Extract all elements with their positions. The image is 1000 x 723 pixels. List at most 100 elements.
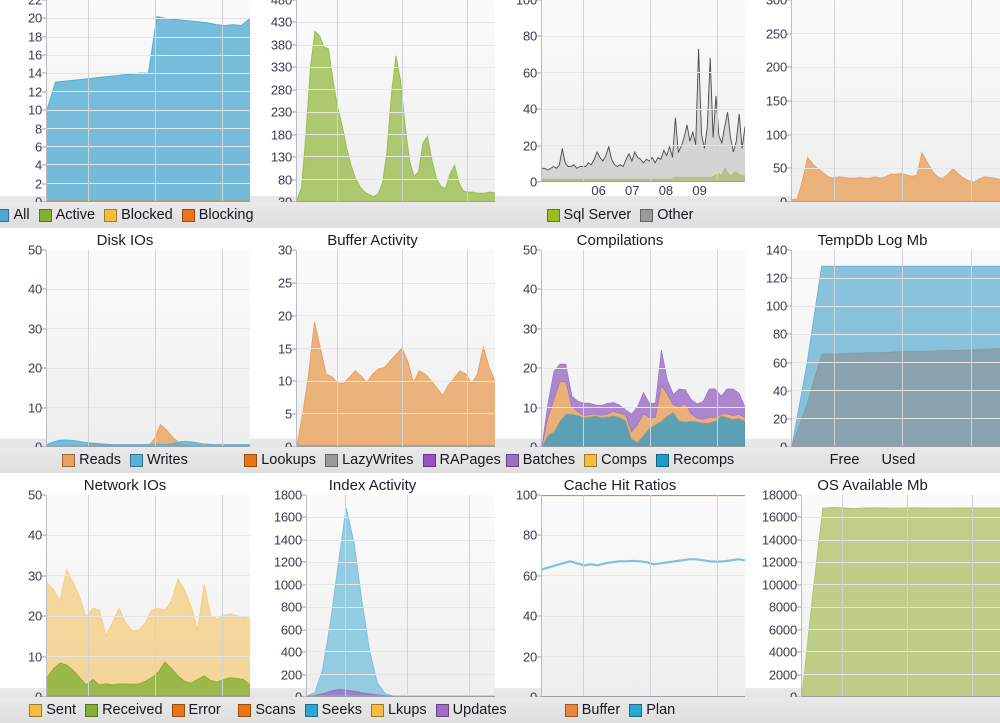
y-axis-tick: 4000 bbox=[768, 644, 797, 660]
gridline-horizontal bbox=[802, 628, 1000, 630]
chart-canvas[interactable] bbox=[541, 0, 745, 182]
y-axis-tick: 4 bbox=[34, 157, 42, 173]
chart-canvas[interactable] bbox=[296, 0, 495, 202]
chart-panel-buffer-activity[interactable]: Buffer Activity302520151050LookupsLazyWr… bbox=[244, 228, 501, 473]
gridline-horizontal bbox=[542, 575, 745, 577]
y-axis-tick: 800 bbox=[280, 599, 302, 615]
legend-swatch-icon bbox=[171, 703, 185, 717]
legend-item[interactable]: Other bbox=[640, 207, 693, 223]
chart-canvas[interactable] bbox=[541, 250, 745, 447]
y-axis-tick: 16 bbox=[27, 47, 42, 63]
gridline-horizontal bbox=[542, 406, 745, 408]
legend-item[interactable]: Blocking bbox=[181, 207, 254, 223]
legend-item[interactable]: Sent bbox=[29, 702, 76, 718]
chart-canvas[interactable] bbox=[541, 495, 745, 697]
chart-canvas[interactable] bbox=[46, 495, 250, 697]
y-axis-tick: 80 bbox=[772, 326, 787, 342]
legend-item[interactable]: Plan bbox=[629, 702, 675, 718]
chart-panel-cache-hit-ratios[interactable]: Cache Hit Ratios100806040200BufferPlan bbox=[495, 473, 745, 723]
y-axis-tick: 25 bbox=[277, 275, 292, 291]
gridline-vertical bbox=[970, 250, 972, 446]
y-axis-tick: 0 bbox=[529, 174, 537, 190]
legend-item[interactable]: Used bbox=[881, 452, 915, 468]
y-axis-tick: 10 bbox=[27, 102, 42, 118]
legend-item[interactable]: Buffer bbox=[564, 702, 621, 718]
chart-panel-batches-per-sec[interactable]: 4804303803302802301801308030 bbox=[250, 0, 495, 228]
gridline-horizontal bbox=[47, 18, 250, 20]
gridline-vertical bbox=[716, 0, 718, 181]
chart-legend: All Active Blocked Blocking bbox=[0, 202, 254, 228]
y-axis-tick: 20 bbox=[772, 411, 787, 427]
gridline-horizontal bbox=[47, 406, 250, 408]
chart-panel-memory-mb[interactable]: 300250200150100500 bbox=[745, 0, 1000, 228]
gridline-vertical bbox=[649, 250, 651, 446]
chart-canvas[interactable] bbox=[46, 0, 250, 202]
y-axis-tick: 20 bbox=[277, 308, 292, 324]
gridline-horizontal bbox=[542, 289, 745, 291]
chart-legend: Scans Seeks Lkups Updates bbox=[238, 697, 507, 723]
legend-swatch-icon bbox=[104, 208, 118, 222]
legend-label: Reads bbox=[79, 452, 122, 468]
y-axis-tick: 230 bbox=[270, 104, 292, 120]
chart-canvas[interactable] bbox=[306, 495, 495, 697]
legend-item[interactable]: Free bbox=[830, 452, 860, 468]
chart-plot-svg bbox=[792, 250, 1000, 446]
legend-item[interactable]: All bbox=[0, 207, 30, 223]
legend-item[interactable]: Comps bbox=[584, 452, 647, 468]
x-axis-tick: 09 bbox=[692, 183, 707, 198]
legend-item[interactable]: Lookups bbox=[244, 452, 316, 468]
gridline-horizontal bbox=[792, 278, 1000, 279]
legend-item[interactable]: Batches bbox=[505, 452, 575, 468]
chart-legend: Free Used bbox=[745, 447, 1000, 473]
y-axis-tick: 100 bbox=[515, 0, 537, 8]
gridline-horizontal bbox=[542, 36, 745, 38]
chart-panel-os-available-mb[interactable]: OS Available Mb 18000 16000 14000 12000 10000… bbox=[745, 473, 1000, 723]
gridline-vertical bbox=[582, 250, 584, 446]
legend-label: Buffer bbox=[581, 702, 621, 718]
y-axis-tick: 30 bbox=[522, 321, 537, 337]
chart-canvas[interactable] bbox=[46, 250, 250, 447]
legend-item[interactable]: Sql Server bbox=[546, 207, 631, 223]
chart-panel-sessions[interactable]: 2220181614121086420AllActiveBlockedBlock… bbox=[0, 0, 254, 228]
gridline-horizontal bbox=[297, 380, 495, 382]
chart-panel-network-ios[interactable]: Network IOs50403020100SentReceivedError bbox=[0, 473, 250, 723]
legend-item[interactable]: Seeks bbox=[304, 702, 362, 718]
legend-item[interactable]: Blocked bbox=[104, 207, 173, 223]
gridline-vertical bbox=[841, 495, 843, 696]
gridline-horizontal bbox=[792, 418, 1000, 419]
legend-swatch-icon bbox=[564, 703, 578, 717]
chart-legend: Batches Comps Recomps bbox=[495, 447, 745, 473]
chart-panel-cpu-utilization[interactable]: 100 80 60 40 20 0 06 07 08 09 Sql Server Other bbox=[495, 0, 745, 228]
legend-item[interactable]: LazyWrites bbox=[325, 452, 414, 468]
chart-canvas[interactable] bbox=[791, 0, 1000, 202]
gridline-horizontal bbox=[47, 36, 250, 38]
legend-item[interactable]: RAPages bbox=[422, 452, 501, 468]
y-axis: 50403020100 bbox=[0, 243, 46, 455]
y-axis-tick: 1000 bbox=[273, 577, 302, 593]
y-axis-tick: 20 bbox=[522, 649, 537, 665]
legend-item[interactable]: Writes bbox=[130, 452, 188, 468]
chart-canvas[interactable] bbox=[296, 250, 495, 447]
chart-plot-svg bbox=[47, 250, 250, 446]
legend-label: Plan bbox=[646, 702, 676, 718]
legend-label: Comps bbox=[601, 452, 648, 468]
chart-panel-disk-ios[interactable]: Disk IOs50403020100ReadsWrites bbox=[0, 228, 250, 473]
legend-item[interactable]: Lkups bbox=[370, 702, 427, 718]
chart-panel-index-activity[interactable]: Index Activity 1800 1600 1400 1200 1000 800 600… bbox=[238, 473, 507, 723]
dashboard-grid: 2220181614121086420AllActiveBlockedBlock… bbox=[0, 0, 1000, 723]
gridline-horizontal bbox=[792, 167, 1000, 169]
plot-area: 50403020100 bbox=[495, 243, 745, 455]
chart-canvas[interactable] bbox=[801, 495, 1000, 697]
gridline-horizontal bbox=[542, 615, 745, 617]
legend-item[interactable]: Reads bbox=[62, 452, 121, 468]
legend-item[interactable]: Received bbox=[85, 702, 163, 718]
legend-item[interactable]: Active bbox=[38, 207, 95, 223]
legend-item[interactable]: Error bbox=[171, 702, 221, 718]
chart-panel-tempdb-log-mb[interactable]: TempDb Log Mb140120100806040200FreeUsed bbox=[745, 228, 1000, 473]
chart-panel-compilations[interactable]: Compilations50403020100BatchesCompsRecom… bbox=[495, 228, 745, 473]
legend-item[interactable]: Recomps bbox=[656, 452, 734, 468]
legend-item[interactable]: Scans bbox=[238, 702, 296, 718]
gridline-horizontal bbox=[297, 282, 495, 284]
chart-legend: Reads Writes bbox=[0, 447, 250, 473]
chart-canvas[interactable] bbox=[791, 250, 1000, 447]
